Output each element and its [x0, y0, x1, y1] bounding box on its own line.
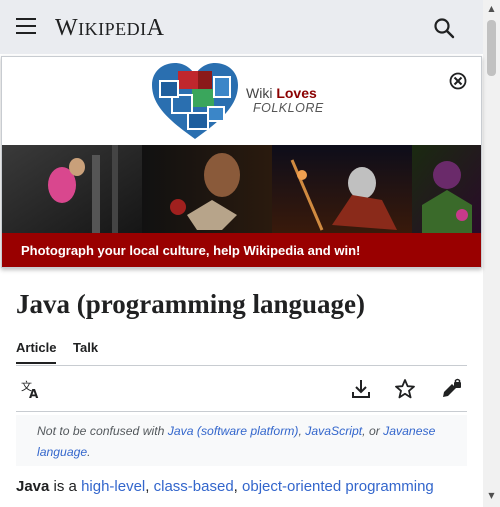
scroll-down-arrow-icon[interactable]: ▼ [483, 491, 500, 503]
lead-bold-term: Java [16, 478, 50, 495]
hatnote-text: Not to be confused with [37, 424, 168, 438]
hatnote-link-java-platform[interactable]: Java (software platform) [168, 424, 299, 438]
folklore-photo-strip [2, 145, 481, 235]
lead-link-class-based[interactable]: class-based [154, 478, 234, 495]
download-icon[interactable] [350, 378, 372, 400]
campaign-banner: Wiki Loves FOLKLORE Photograph your loca… [1, 56, 482, 268]
lead-text: is a [49, 478, 82, 495]
wikipedia-wordmark[interactable]: WIKIPEDIA [55, 13, 177, 48]
hatnote-separator: , or [362, 424, 384, 438]
tab-talk[interactable]: Talk [73, 340, 98, 355]
hatnote: Not to be confused with Java (software p… [16, 415, 467, 466]
svg-text:A: A [29, 387, 39, 400]
top-header: WIKIPEDIA [0, 0, 483, 54]
page-actions-toolbar: 文 A [16, 368, 467, 412]
lead-link-oop[interactable]: object-oriented programming [242, 478, 434, 495]
scroll-up-arrow-icon[interactable]: ▲ [483, 4, 500, 16]
hamburger-menu-icon[interactable] [16, 18, 36, 34]
logo-subtitle: FOLKLORE [253, 101, 324, 115]
namespace-tabs: Article Talk [16, 336, 467, 366]
lead-link-high-level[interactable]: high-level [81, 478, 145, 495]
close-circle-icon[interactable] [448, 71, 468, 91]
tab-article[interactable]: Article [16, 340, 57, 364]
hatnote-link-javascript[interactable]: JavaScript [305, 424, 362, 438]
search-icon[interactable] [432, 16, 456, 40]
page-title: Java (programming language) [16, 289, 365, 319]
edit-lock-icon[interactable] [440, 378, 462, 400]
page-scrollbar[interactable]: ▲ ▼ [483, 0, 500, 507]
language-icon[interactable]: 文 A [20, 378, 42, 401]
lead-paragraph: Java is a high-level, class-based, objec… [16, 478, 434, 495]
lead-separator: , [233, 478, 243, 495]
wikipedia-wordmark-graphic: WIKIPEDIA [55, 15, 165, 41]
banner-cta-link[interactable]: Photograph your local culture, help Wiki… [2, 233, 481, 267]
logo-title: Wiki Loves [246, 85, 317, 101]
svg-text:WIKIPEDIA: WIKIPEDIA [55, 15, 165, 41]
wiki-loves-folklore-text: Wiki Loves FOLKLORE [246, 85, 324, 115]
hatnote-suffix: . [87, 445, 91, 459]
wiki-loves-folklore-logo [150, 61, 240, 141]
star-icon[interactable] [394, 378, 416, 400]
lead-separator: , [145, 478, 154, 495]
scroll-thumb[interactable] [487, 20, 496, 76]
